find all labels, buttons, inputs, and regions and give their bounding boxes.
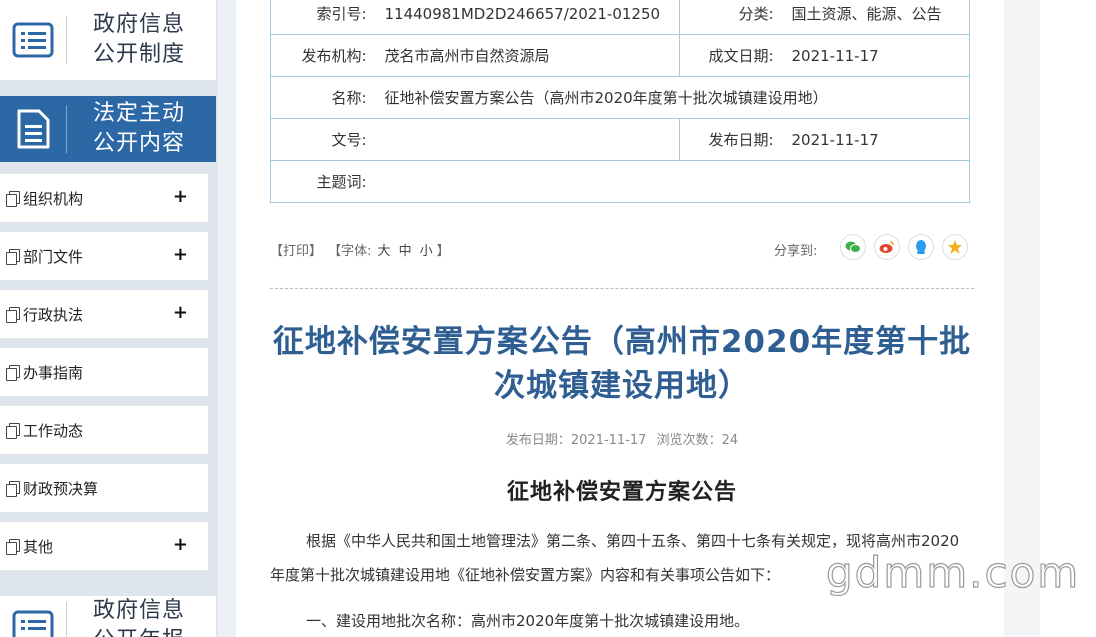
qq-share-icon[interactable] xyxy=(908,234,934,260)
block-divider xyxy=(66,16,67,64)
metadata-table: 索引号: 11440981MD2D246657/2021-01250 分类: 国… xyxy=(270,0,970,203)
font-small-button[interactable]: 小 xyxy=(420,244,433,259)
sidebar-item-service-guide[interactable]: 办事指南 xyxy=(0,348,208,396)
wechat-share-icon[interactable] xyxy=(840,234,866,260)
meta-label: 文号: xyxy=(270,118,371,161)
expand-icon[interactable]: + xyxy=(173,535,188,555)
font-size-close: 】 xyxy=(436,244,450,259)
list-doc-icon xyxy=(0,596,66,637)
meta-label: 分类: xyxy=(679,0,778,35)
article-toolbar: 【打印】 【字体: 大中小】 分享到: xyxy=(270,234,970,260)
right-strip xyxy=(1040,0,1096,637)
views-count: 24 xyxy=(721,433,739,448)
publish-date: 2021-11-17 xyxy=(570,433,647,448)
doc-lines-icon xyxy=(0,96,66,162)
views-label: 浏览次数： xyxy=(656,433,722,448)
table-row: 文号: 发布日期: 2021-11-17 xyxy=(270,118,970,161)
publish-date-label: 发布日期： xyxy=(505,433,571,448)
sidebar-item-other[interactable]: 其他 + xyxy=(0,522,208,570)
article-paragraph: 一、建设用地批次名称：高州市2020年度第十批次城镇建设用地。 xyxy=(306,612,750,630)
sidebar-item-department-files[interactable]: 部门文件 + xyxy=(0,232,208,280)
block-divider xyxy=(66,105,67,153)
sidebar-block-title: 法定主动公开内容 xyxy=(93,101,186,156)
sidebar-block-statutory-disclosure[interactable]: 法定主动公开内容 xyxy=(0,96,216,162)
doc-icon xyxy=(6,307,20,323)
share-label: 分享到: xyxy=(774,244,818,259)
sidebar-item-label: 行政执法 xyxy=(23,305,84,324)
font-medium-button[interactable]: 中 xyxy=(399,244,412,259)
expand-icon[interactable]: + xyxy=(173,187,188,207)
font-large-button[interactable]: 大 xyxy=(378,244,391,259)
table-row: 名称: 征地补偿安置方案公告（高州市2020年度第十批次城镇建设用地） xyxy=(270,76,970,119)
table-row: 主题词: xyxy=(270,160,970,203)
table-row: 索引号: 11440981MD2D246657/2021-01250 分类: 国… xyxy=(270,0,970,35)
article-title: 征地补偿安置方案公告（高州市2020年度第十批次城镇建设用地） xyxy=(272,324,972,404)
sidebar-item-label: 工作动态 xyxy=(23,421,84,440)
sidebar-block-title: 政府信息公开制度 xyxy=(93,12,186,67)
meta-label: 名称: xyxy=(270,76,371,119)
sidebar-block-annual-report[interactable]: 政府信息公开年报 xyxy=(0,596,216,637)
sidebar-item-label: 组织机构 xyxy=(23,189,84,208)
print-font-tools: 【打印】 【字体: 大中小】 xyxy=(270,240,452,259)
sidebar-item-label: 部门文件 xyxy=(23,247,84,266)
meta-value: 2021-11-17 xyxy=(777,118,970,161)
font-size-label: 【字体: xyxy=(328,244,372,259)
doc-icon xyxy=(6,481,20,497)
expand-icon[interactable]: + xyxy=(173,303,188,323)
print-button[interactable]: 【打印】 xyxy=(270,244,322,259)
meta-value: 征地补偿安置方案公告（高州市2020年度第十批次城镇建设用地） xyxy=(370,76,970,119)
doc-icon xyxy=(6,365,20,381)
sidebar-item-label: 其他 xyxy=(23,537,54,556)
meta-label: 主题词: xyxy=(270,160,371,203)
expand-icon[interactable]: + xyxy=(173,245,188,265)
sidebar-item-budget[interactable]: 财政预决算 xyxy=(0,464,208,512)
list-doc-icon xyxy=(0,0,66,80)
meta-label: 索引号: xyxy=(270,0,371,35)
watermark: gdmm.com xyxy=(825,547,1081,597)
block-divider xyxy=(66,602,67,637)
sidebar-block-title: 政府信息公开年报 xyxy=(93,598,186,637)
doc-icon xyxy=(6,423,20,439)
doc-icon xyxy=(6,191,20,207)
sidebar: 政府信息公开制度 法定主动公开内容 组织机构 + 部门文件 + 行政执法 + 办… xyxy=(0,0,218,637)
sidebar-item-work-news[interactable]: 工作动态 xyxy=(0,406,208,454)
meta-value: 茂名市高州市自然资源局 xyxy=(370,34,680,77)
sidebar-item-organization[interactable]: 组织机构 + xyxy=(0,174,208,222)
meta-value: 2021-11-17 xyxy=(777,34,970,77)
meta-label: 成文日期: xyxy=(679,34,778,77)
meta-label: 发布机构: xyxy=(270,34,371,77)
sidebar-item-law-enforcement[interactable]: 行政执法 + xyxy=(0,290,208,338)
doc-icon xyxy=(6,249,20,265)
weibo-share-icon[interactable] xyxy=(874,234,900,260)
table-row: 发布机构: 茂名市高州市自然资源局 成文日期: 2021-11-17 xyxy=(270,34,970,77)
sidebar-menu: 组织机构 + 部门文件 + 行政执法 + 办事指南 工作动态 财政预决算 其他 … xyxy=(0,174,208,580)
dashed-divider xyxy=(270,288,974,289)
sidebar-block-disclosure-system[interactable]: 政府信息公开制度 xyxy=(0,0,216,80)
article-subtitle: 征地补偿安置方案公告 xyxy=(506,480,737,505)
meta-value: 国土资源、能源、公告 xyxy=(777,0,970,35)
article-info: 发布日期：2021-11-17 浏览次数：24 xyxy=(270,429,974,448)
sidebar-item-label: 办事指南 xyxy=(23,363,84,382)
meta-value: 11440981MD2D246657/2021-01250 xyxy=(370,0,680,35)
meta-value xyxy=(370,160,970,203)
qzone-share-icon[interactable] xyxy=(942,234,968,260)
doc-icon xyxy=(6,539,20,555)
article-panel: 索引号: 11440981MD2D246657/2021-01250 分类: 国… xyxy=(236,0,1004,637)
meta-value xyxy=(370,118,680,161)
sidebar-item-label: 财政预决算 xyxy=(23,479,99,498)
meta-label: 发布日期: xyxy=(679,118,778,161)
